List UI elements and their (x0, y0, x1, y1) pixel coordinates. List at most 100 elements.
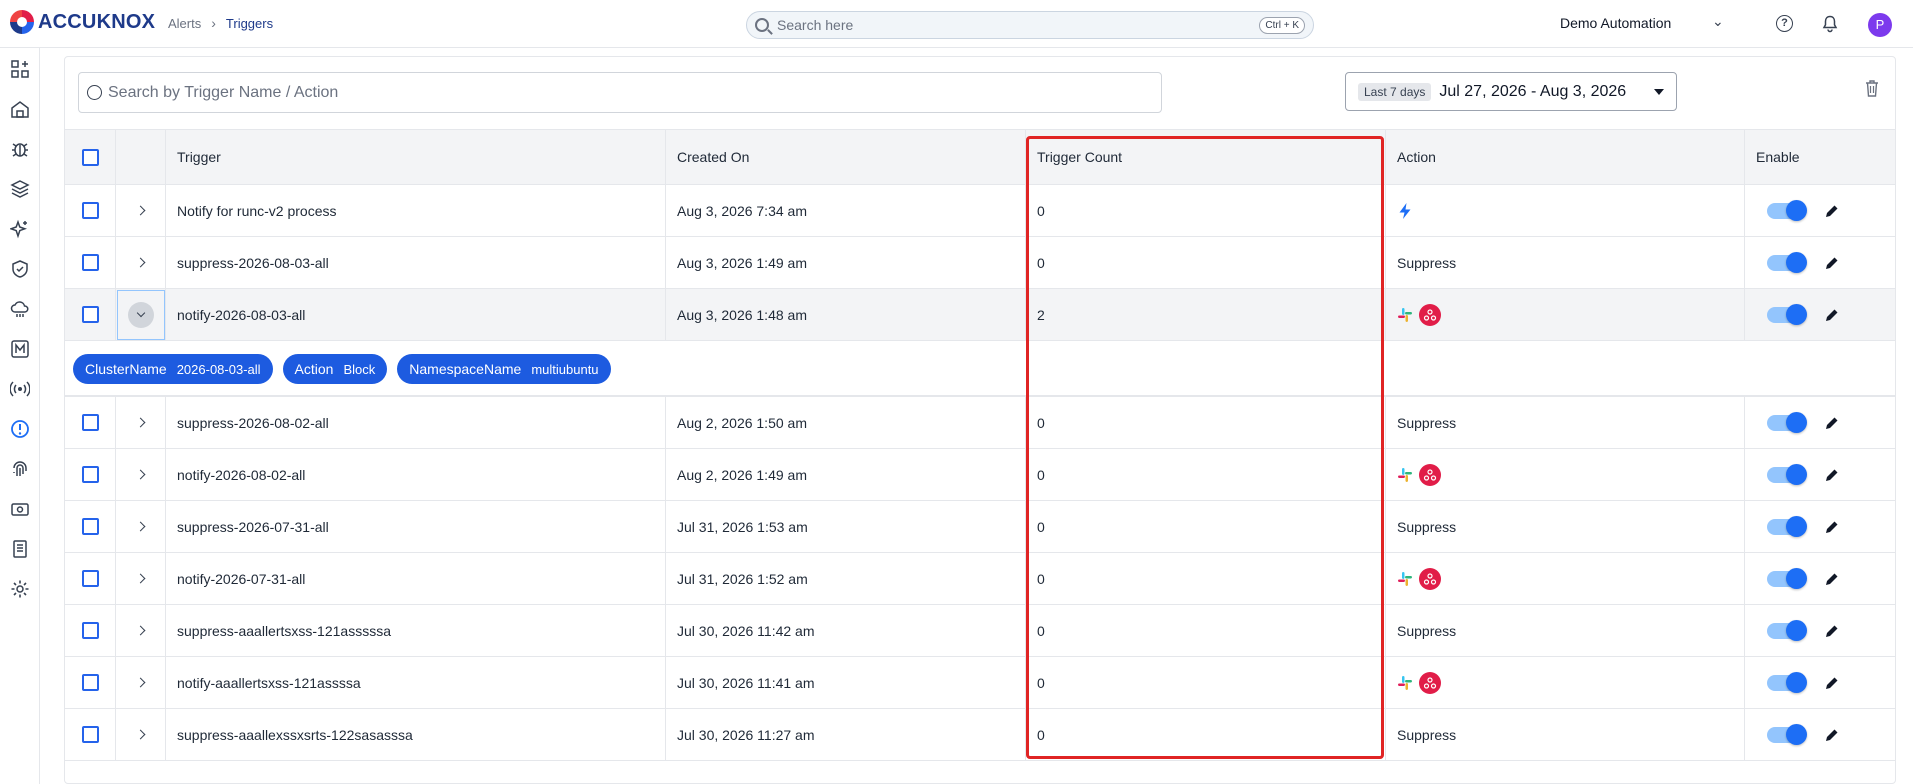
enable-toggle[interactable] (1767, 671, 1807, 693)
accuknox-logo[interactable]: ACCUKNOX (10, 10, 155, 34)
enable-toggle[interactable] (1767, 619, 1807, 641)
row-checkbox[interactable] (81, 674, 99, 691)
trigger-name: suppress-2026-08-02-all (166, 397, 666, 448)
sidebar (0, 48, 40, 784)
shield-check-icon[interactable] (9, 258, 31, 280)
row-checkbox[interactable] (81, 414, 99, 431)
chevron-right-icon[interactable] (135, 677, 146, 688)
m-box-icon[interactable] (9, 338, 31, 360)
header-select-cell (65, 130, 116, 184)
global-search[interactable]: Ctrl + K (746, 11, 1314, 39)
chevron-right-icon[interactable] (135, 573, 146, 584)
enable-toggle[interactable] (1767, 723, 1807, 745)
alert-badge-icon[interactable] (9, 418, 31, 440)
chevron-right-icon[interactable] (135, 205, 146, 216)
row-checkbox[interactable] (81, 570, 99, 587)
row-expand-cell[interactable] (116, 237, 166, 288)
table-row[interactable]: notify-2026-08-02-all Aug 2, 2026 1:49 a… (65, 449, 1895, 501)
row-expand-cell[interactable] (116, 709, 166, 760)
table-row[interactable]: suppress-aaallexssxsrts-122sasasssa Jul … (65, 709, 1895, 761)
cloud-icon[interactable] (9, 298, 31, 320)
trigger-search-input[interactable] (108, 83, 1153, 102)
edit-pencil-icon[interactable] (1825, 204, 1839, 218)
gear-icon[interactable] (9, 578, 31, 600)
enable-toggle[interactable] (1767, 303, 1807, 325)
org-selector-label[interactable]: Demo Automation (1560, 15, 1671, 31)
row-checkbox[interactable] (81, 254, 99, 271)
table-row[interactable]: suppress-2026-08-02-all Aug 2, 2026 1:50… (65, 397, 1895, 449)
help-icon[interactable]: ? (1776, 15, 1793, 32)
global-search-input[interactable] (777, 17, 1260, 33)
table-row[interactable]: Notify for runc-v2 process Aug 3, 2026 7… (65, 185, 1895, 237)
edit-pencil-icon[interactable] (1825, 728, 1839, 742)
chevron-right-icon[interactable] (135, 257, 146, 268)
table-row[interactable]: suppress-2026-07-31-all Jul 31, 2026 1:5… (65, 501, 1895, 553)
chevron-down-icon[interactable]: ⌄ (1712, 13, 1724, 30)
chevron-right-icon[interactable] (135, 417, 146, 428)
row-expand-cell[interactable] (116, 605, 166, 656)
sparkle-icon[interactable] (9, 218, 31, 240)
dashboard-add-icon[interactable] (9, 58, 31, 80)
trash-icon[interactable] (1865, 79, 1879, 97)
bell-icon[interactable] (1822, 15, 1838, 33)
collapse-button[interactable] (116, 289, 165, 340)
row-checkbox[interactable] (81, 726, 99, 743)
select-all-checkbox[interactable] (81, 148, 99, 166)
enable-toggle[interactable] (1767, 567, 1807, 589)
chevron-right-icon[interactable] (135, 521, 146, 532)
enable-toggle[interactable] (1767, 251, 1807, 273)
broadcast-icon[interactable] (9, 378, 31, 400)
row-expand-cell[interactable] (116, 289, 166, 340)
chevron-right-icon[interactable] (135, 625, 146, 636)
row-checkbox[interactable] (81, 202, 99, 219)
edit-pencil-icon[interactable] (1825, 676, 1839, 690)
edit-pencil-icon[interactable] (1825, 468, 1839, 482)
column-header-trigger[interactable]: Trigger (166, 130, 666, 184)
report-icon[interactable] (9, 538, 31, 560)
row-expand-cell[interactable] (116, 657, 166, 708)
chip-namespace-name: NamespaceName multiubuntu (397, 354, 611, 384)
edit-pencil-icon[interactable] (1825, 308, 1839, 322)
row-checkbox[interactable] (81, 518, 99, 535)
layers-icon[interactable] (9, 178, 31, 200)
row-checkbox[interactable] (81, 466, 99, 483)
chevron-right-icon[interactable] (135, 729, 146, 740)
bug-icon[interactable] (9, 138, 31, 160)
edit-pencil-icon[interactable] (1825, 624, 1839, 638)
row-expand-cell[interactable] (116, 553, 166, 604)
column-header-action[interactable]: Action (1386, 130, 1745, 184)
enable-toggle[interactable] (1767, 515, 1807, 537)
row-checkbox[interactable] (81, 622, 99, 639)
enable-toggle[interactable] (1767, 463, 1807, 485)
table-row[interactable]: suppress-aaallertsxss-121asssssa Jul 30,… (65, 605, 1895, 657)
trigger-search[interactable] (78, 72, 1162, 113)
row-expand-cell[interactable] (116, 185, 166, 236)
avatar[interactable]: P (1868, 13, 1892, 37)
row-checkbox[interactable] (81, 306, 99, 323)
created-on: Jul 31, 2026 1:53 am (666, 501, 1026, 552)
table-row[interactable]: notify-2026-08-03-all Aug 3, 2026 1:48 a… (65, 289, 1895, 341)
lightning-icon (1399, 202, 1411, 219)
home-icon[interactable] (9, 98, 31, 120)
breadcrumb-alerts[interactable]: Alerts (168, 16, 201, 31)
date-range-picker[interactable]: Last 7 days Jul 27, 2026 - Aug 3, 2026 (1345, 72, 1677, 111)
row-expand-cell[interactable] (116, 501, 166, 552)
column-header-created-on[interactable]: Created On (666, 130, 1026, 184)
column-header-enable[interactable]: Enable (1745, 130, 1895, 184)
chevron-right-icon[interactable] (135, 469, 146, 480)
table-row[interactable]: notify-2026-07-31-all Jul 31, 2026 1:52 … (65, 553, 1895, 605)
table-row[interactable]: notify-aaallertsxss-121assssa Jul 30, 20… (65, 657, 1895, 709)
edit-pencil-icon[interactable] (1825, 520, 1839, 534)
row-expand-cell[interactable] (116, 449, 166, 500)
webhook-icon (1419, 463, 1441, 486)
enable-toggle[interactable] (1767, 411, 1807, 433)
edit-pencil-icon[interactable] (1825, 256, 1839, 270)
edit-pencil-icon[interactable] (1825, 572, 1839, 586)
table-row[interactable]: suppress-2026-08-03-all Aug 3, 2026 1:49… (65, 237, 1895, 289)
enable-toggle[interactable] (1767, 199, 1807, 221)
row-expand-cell[interactable] (116, 397, 166, 448)
edit-pencil-icon[interactable] (1825, 416, 1839, 430)
ticket-icon[interactable] (9, 498, 31, 520)
column-header-trigger-count[interactable]: Trigger Count (1026, 130, 1386, 184)
fingerprint-icon[interactable] (9, 458, 31, 480)
